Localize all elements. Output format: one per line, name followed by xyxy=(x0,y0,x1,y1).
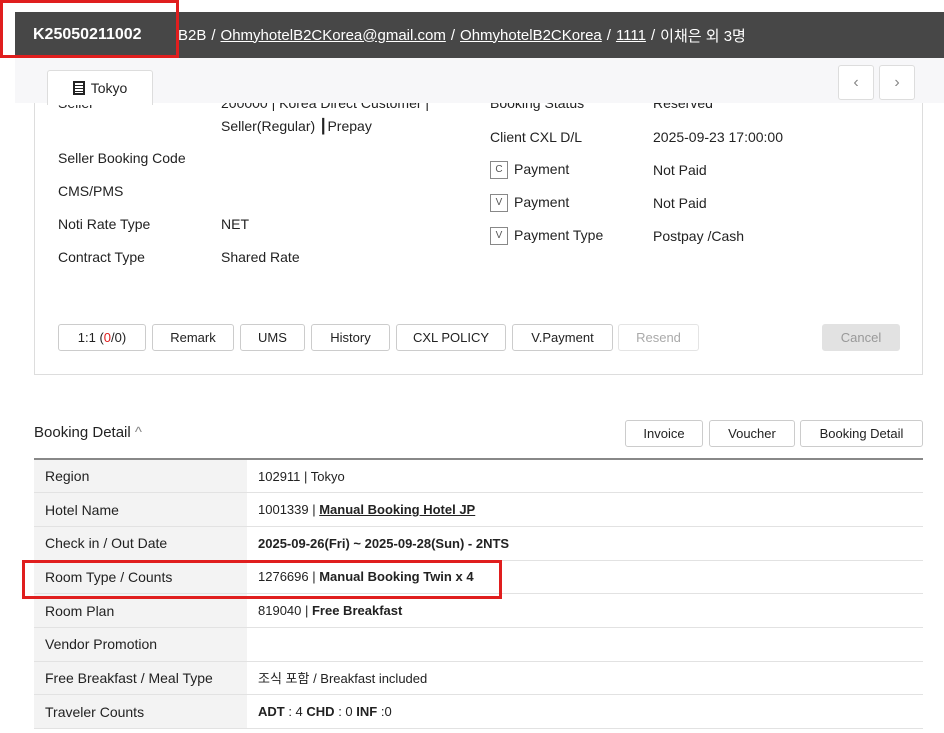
cxl-policy-button[interactable]: CXL POLICY xyxy=(396,324,506,351)
breadcrumb: B2B / OhmyhotelB2CKorea@gmail.com / Ohmyho… xyxy=(178,26,746,45)
table-row: Region 102911 | Tokyo xyxy=(34,459,923,494)
v-payment-button[interactable]: V.Payment xyxy=(512,324,613,351)
contract-label: Contract Type xyxy=(58,249,145,265)
prev-button[interactable]: ‹ xyxy=(838,65,874,100)
client-payment-value: Not Paid xyxy=(653,162,707,178)
booking-detail-button[interactable]: Booking Detail xyxy=(800,420,923,447)
remark-button[interactable]: Remark xyxy=(152,324,234,351)
contract-value: Shared Rate xyxy=(221,249,300,265)
cancel-button[interactable]: Cancel xyxy=(822,324,900,351)
table-row: Room Type / Counts 1276696 | Manual Booki… xyxy=(34,560,923,595)
tab-strip: Tokyo ‹ › xyxy=(15,58,944,105)
vendor-payment-label: Payment xyxy=(514,194,570,210)
invoice-button[interactable]: Invoice xyxy=(625,420,703,447)
client-badge: C xyxy=(490,161,508,180)
vendor-badge: V xyxy=(490,227,508,246)
cxl-value: 2025-09-23 17:00:00 xyxy=(653,129,783,145)
history-button[interactable]: History xyxy=(311,324,390,351)
booking-code: K25050211002 xyxy=(33,26,142,43)
account-link[interactable]: OhmyhotelB2CKorea xyxy=(460,27,602,44)
hotel-name-link[interactable]: Manual Booking Hotel JP xyxy=(319,502,475,517)
vendor-badge: V xyxy=(490,194,508,213)
voucher-button[interactable]: Voucher xyxy=(709,420,795,447)
next-button[interactable]: › xyxy=(879,65,915,100)
seller-booking-code-label: Seller Booking Code xyxy=(58,150,186,166)
cxl-label: Client CXL D/L xyxy=(490,129,583,145)
payment-type-value: Postpay /Cash xyxy=(653,228,745,244)
cms-label: CMS/PMS xyxy=(58,183,124,199)
client-payment-label: Payment xyxy=(514,161,570,177)
building-icon xyxy=(72,81,85,95)
email-link[interactable]: OhmyhotelB2CKorea@gmail.com xyxy=(221,27,446,44)
noti-rate-value: NET xyxy=(221,216,249,232)
resend-button[interactable]: Resend xyxy=(618,324,699,351)
chevron-up-icon: ^ xyxy=(134,424,142,441)
vendor-payment-value: Not Paid xyxy=(653,195,707,211)
ums-button[interactable]: UMS xyxy=(240,324,305,351)
booking-detail-table: Region 102911 | Tokyo Hotel Name 1001339 |… xyxy=(34,458,923,729)
table-row: Check in / Out Date 2025-09-26(Fri) ~ 202… xyxy=(34,526,923,561)
booking-info-panel: Seller 200000 | Korea Direct Customer | … xyxy=(34,103,923,375)
table-row: Vendor Promotion xyxy=(34,627,923,662)
payment-type-label: Payment Type xyxy=(514,227,604,243)
booking-header: K25050211002 B2B / OhmyhotelB2CKorea@gmai… xyxy=(15,12,944,58)
seller-value-2: Seller(Regular) ┃Prepay xyxy=(221,118,372,134)
tab-tokyo[interactable]: Tokyo xyxy=(47,70,153,105)
table-row: Traveler Counts ADT : 4 CHD : 0 INF :0 xyxy=(34,694,923,729)
table-row: Free Breakfast / Meal Type 조식 포함 / Breakf… xyxy=(34,661,923,696)
tab-label: Tokyo xyxy=(90,80,128,96)
table-row: Room Plan 819040 | Free Breakfast xyxy=(34,593,923,628)
channel: B2B xyxy=(178,26,207,44)
noti-rate-label: Noti Rate Type xyxy=(58,216,151,232)
code-link[interactable]: 1111 xyxy=(616,27,646,44)
booking-detail-title[interactable]: Booking Detail ^ xyxy=(34,424,142,441)
one-to-one-button[interactable]: 1:1 (0/0) xyxy=(58,324,146,351)
table-row: Hotel Name 1001339 | Manual Booking Hotel… xyxy=(34,492,923,527)
guests: 이채은 외 3명 xyxy=(660,27,746,45)
seller-value: 200000 | Korea Direct Customer | xyxy=(221,103,430,111)
status-label: Booking Status xyxy=(490,103,585,111)
status-value: Reserved xyxy=(653,103,713,111)
